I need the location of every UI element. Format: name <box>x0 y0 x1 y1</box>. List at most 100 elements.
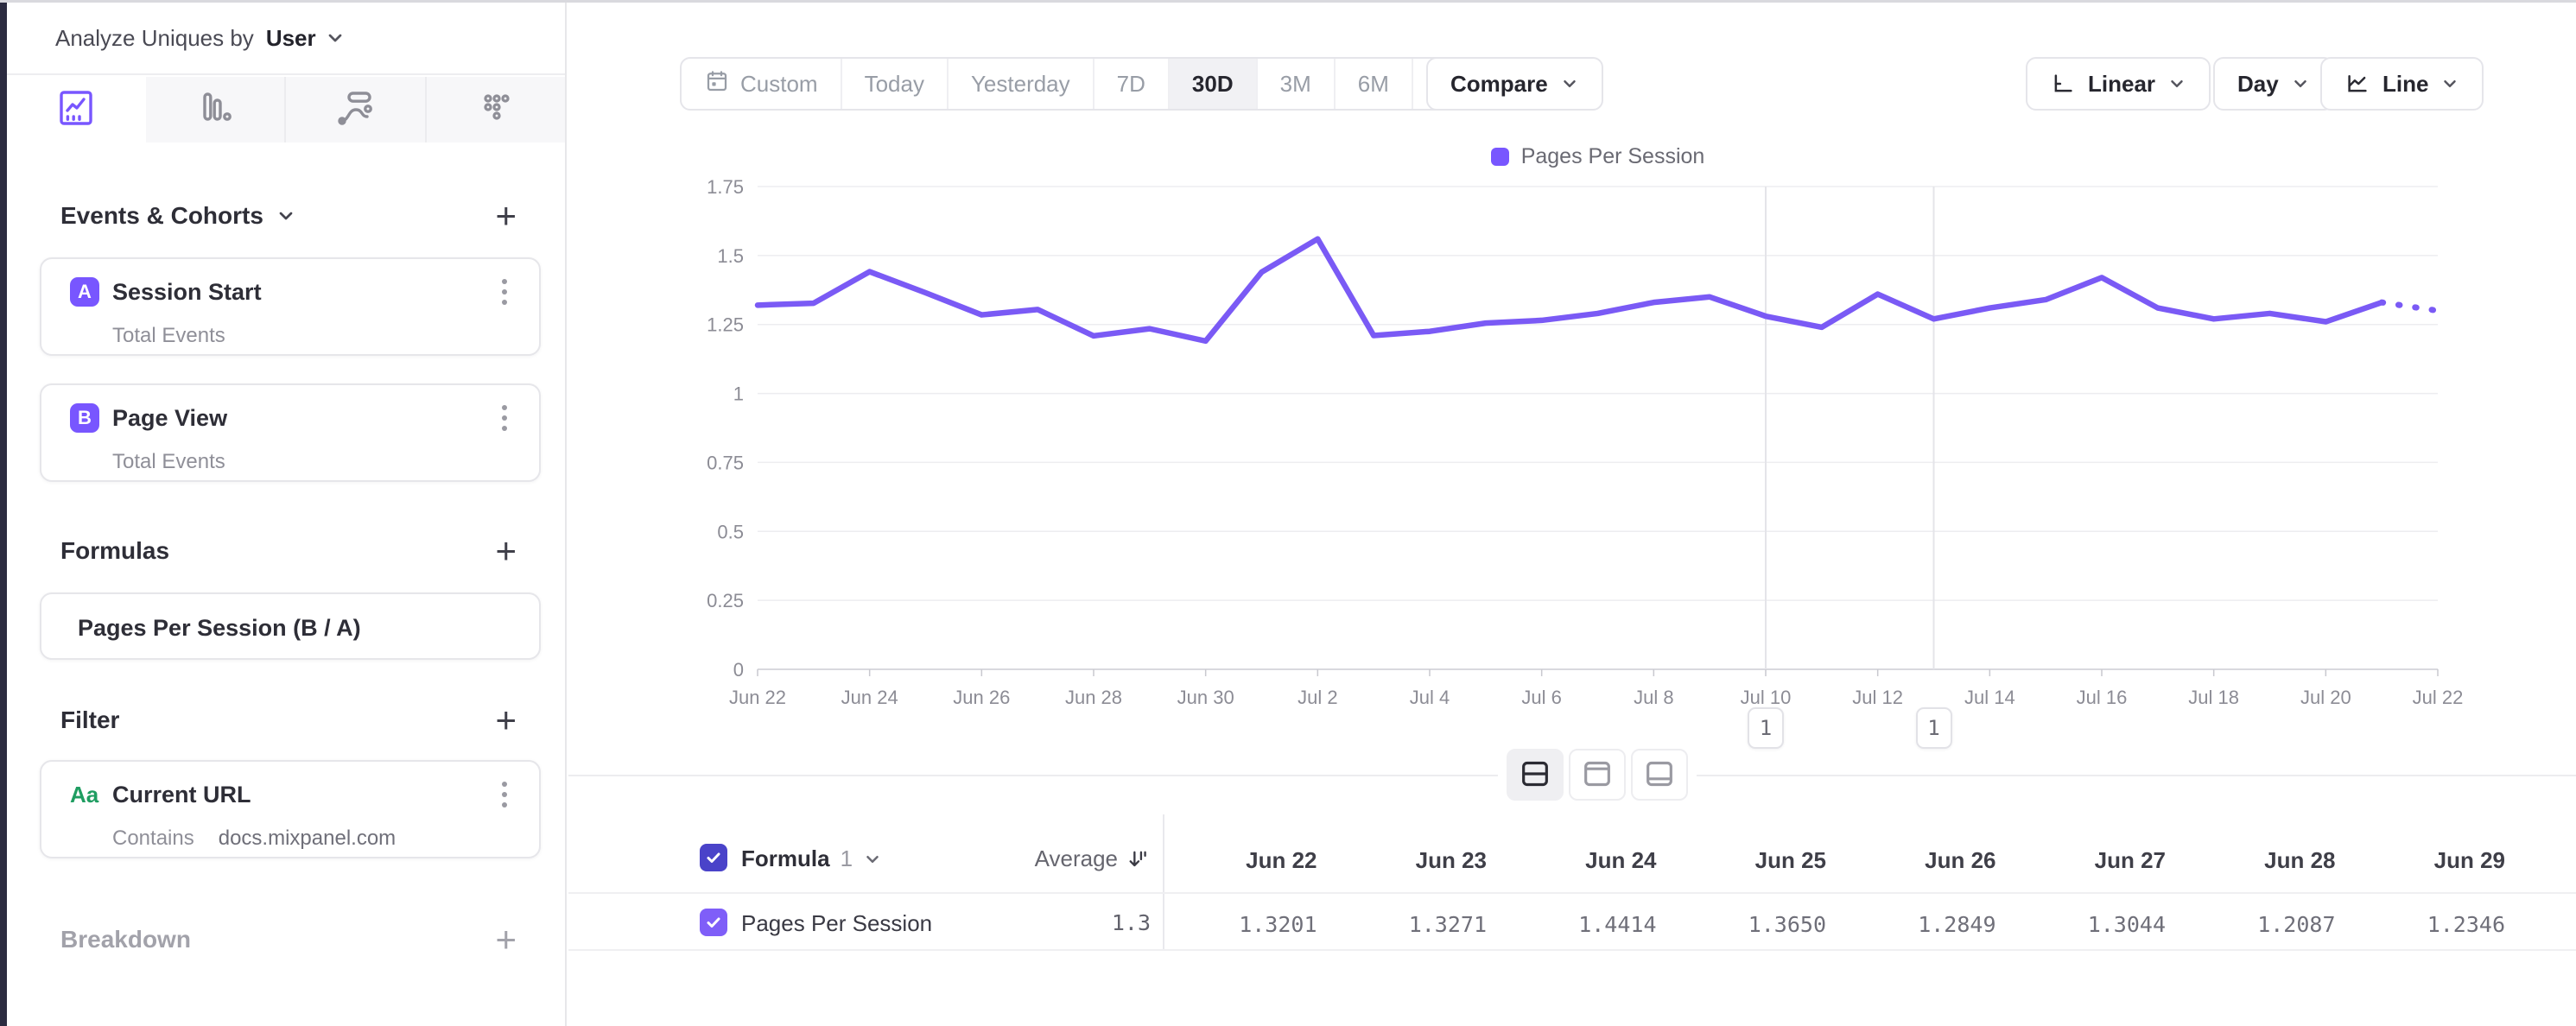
date-column-header[interactable]: Jun 29 <box>2434 847 2505 874</box>
x-axis-tick-label: Jun 30 <box>1177 687 1234 708</box>
x-axis-tick-label: Jun 22 <box>729 687 786 708</box>
table-header-row: Formula 1 Average Jun 22Jun 23Jun 24Jun … <box>568 825 2576 892</box>
date-column-header[interactable]: Jun 26 <box>1925 847 1995 874</box>
range-6m[interactable]: 6M <box>1334 59 1412 109</box>
dots-grid-tab[interactable] <box>425 77 566 142</box>
cell-value: 1.3044 <box>2088 912 2166 937</box>
event-measure[interactable]: Total Events <box>112 324 225 348</box>
event-card-page-view[interactable]: B Page View Total Events <box>40 383 541 482</box>
x-axis-tick-label: Jul 16 <box>2077 687 2128 708</box>
chevron-down-icon <box>2167 74 2186 93</box>
chart-canvas[interactable]: 00.250.50.7511.251.51.75Jun 22Jun 24Jun … <box>568 124 2576 763</box>
annotation-badge[interactable]: 1 <box>1748 707 1784 749</box>
dots-grid-icon <box>475 87 517 133</box>
axis-scale-button[interactable]: Linear <box>2026 57 2211 111</box>
split-view-button[interactable] <box>1507 749 1564 801</box>
cell-value: 1.3650 <box>1748 912 1826 937</box>
x-axis-tick-label: Jun 26 <box>953 687 1010 708</box>
filter-value[interactable]: docs.mixpanel.com <box>219 826 396 851</box>
x-axis-tick-label: Jul 2 <box>1298 687 1337 708</box>
date-column-header[interactable]: Jun 25 <box>1755 847 1826 874</box>
query-builder-sidebar: Analyze Uniques by User Events & Cohorts… <box>7 3 567 1026</box>
bar-chart-icon <box>194 87 236 133</box>
kebab-menu-icon[interactable] <box>485 268 523 316</box>
chart-type-button[interactable]: Line <box>2320 57 2484 111</box>
x-axis-tick-label: Jul 20 <box>2300 687 2351 708</box>
event-name: Session Start <box>112 279 262 306</box>
cell-value: 1.2087 <box>2257 912 2335 937</box>
date-column-header[interactable]: Jun 23 <box>1416 847 1487 874</box>
series-column-label[interactable]: Formula <box>741 846 830 872</box>
annotation-badge[interactable]: 1 <box>1916 707 1952 749</box>
row-checkbox[interactable] <box>700 909 727 936</box>
compare-button[interactable]: Compare <box>1426 57 1603 111</box>
breakdown-section-title: Breakdown <box>60 926 191 953</box>
x-axis-tick-label: Jul 14 <box>1964 687 2015 708</box>
x-axis-tick-label: Jul 12 <box>1852 687 1903 708</box>
x-axis-tick-label: Jul 4 <box>1410 687 1450 708</box>
date-column-header[interactable]: Jun 28 <box>2264 847 2335 874</box>
insights-line-tab[interactable] <box>7 77 146 142</box>
date-column-header[interactable]: Jun 27 <box>2095 847 2166 874</box>
interval-button[interactable]: Day <box>2213 57 2334 111</box>
x-axis-tick-label: Jul 10 <box>1741 687 1792 708</box>
visualization-tabbar <box>7 77 565 142</box>
x-axis-tick-label: Jun 24 <box>841 687 898 708</box>
y-axis-tick-label: 1.5 <box>717 245 744 267</box>
range-30d[interactable]: 30D <box>1168 59 1256 109</box>
formula-card[interactable]: Pages Per Session (B / A) <box>40 592 541 660</box>
add-event-button[interactable]: + <box>495 198 517 234</box>
range-7d[interactable]: 7D <box>1093 59 1168 109</box>
y-axis-tick-label: 0 <box>733 659 744 681</box>
nav-rail-edge <box>0 3 7 1026</box>
event-badge-b: B <box>70 403 99 433</box>
chart-only-view-button[interactable] <box>1569 749 1626 801</box>
kebab-menu-icon[interactable] <box>485 770 523 819</box>
events-section-title[interactable]: Events & Cohorts <box>60 202 296 230</box>
bar-chart-tab[interactable] <box>146 77 285 142</box>
filter-operator[interactable]: Contains <box>112 826 194 851</box>
sort-descending-icon <box>1126 847 1151 871</box>
range-custom[interactable]: Custom <box>682 59 841 109</box>
line-chart-icon <box>55 87 97 133</box>
table-only-view-button[interactable] <box>1631 749 1688 801</box>
row-average-value: 1.3 <box>1112 910 1151 935</box>
y-axis-tick-label: 1.75 <box>707 176 744 198</box>
y-axis-tick-label: 0.75 <box>707 452 744 473</box>
add-formula-button[interactable]: + <box>495 533 517 569</box>
events-section-header: Events & Cohorts + <box>7 194 565 238</box>
chevron-down-icon[interactable] <box>863 850 882 869</box>
line-chart: Pages Per Session 00.250.50.7511.251.51.… <box>568 124 2576 782</box>
chevron-down-icon <box>1560 74 1579 93</box>
event-card-session-start[interactable]: A Session Start Total Events <box>40 257 541 356</box>
range-3m[interactable]: 3M <box>1256 59 1334 109</box>
calendar-icon <box>704 68 730 100</box>
row-series-name: Pages Per Session <box>741 910 932 937</box>
line-chart-icon <box>2344 71 2370 97</box>
analyze-by-selector[interactable]: User <box>266 25 346 52</box>
flows-tab[interactable] <box>284 77 425 142</box>
x-axis-tick-label: Jul 8 <box>1634 687 1673 708</box>
table-data-row[interactable]: Pages Per Session 1.3 1.32011.32711.4414… <box>568 892 2576 951</box>
select-all-checkbox[interactable] <box>700 844 727 871</box>
kebab-menu-icon[interactable] <box>485 394 523 442</box>
y-axis-tick-label: 0.25 <box>707 590 744 611</box>
filter-property-name: Current URL <box>112 782 251 808</box>
range-yesterday[interactable]: Yesterday <box>947 59 1093 109</box>
filter-card-current-url[interactable]: Aa Current URL Contains docs.mixpanel.co… <box>40 760 541 858</box>
add-filter-button[interactable]: + <box>495 702 517 738</box>
x-axis-tick-label: Jun 28 <box>1065 687 1122 708</box>
average-column-header[interactable]: Average <box>1035 846 1151 872</box>
formulas-section-header: Formulas + <box>7 529 565 573</box>
range-today[interactable]: Today <box>841 59 947 109</box>
add-breakdown-button[interactable]: + <box>495 922 517 958</box>
view-toggle-group <box>1498 742 1697 808</box>
date-column-header[interactable]: Jun 22 <box>1246 847 1317 874</box>
event-measure[interactable]: Total Events <box>112 450 225 474</box>
date-column-header[interactable]: Jun 24 <box>1585 847 1656 874</box>
series-line-pages-per-session[interactable] <box>758 239 2382 341</box>
cell-value: 1.2346 <box>2427 912 2505 937</box>
string-property-icon: Aa <box>70 782 98 808</box>
report-main-area: CustomTodayYesterday7D30D3M6M12M Compare… <box>568 3 2576 1026</box>
y-axis-tick-label: 1.25 <box>707 314 744 336</box>
